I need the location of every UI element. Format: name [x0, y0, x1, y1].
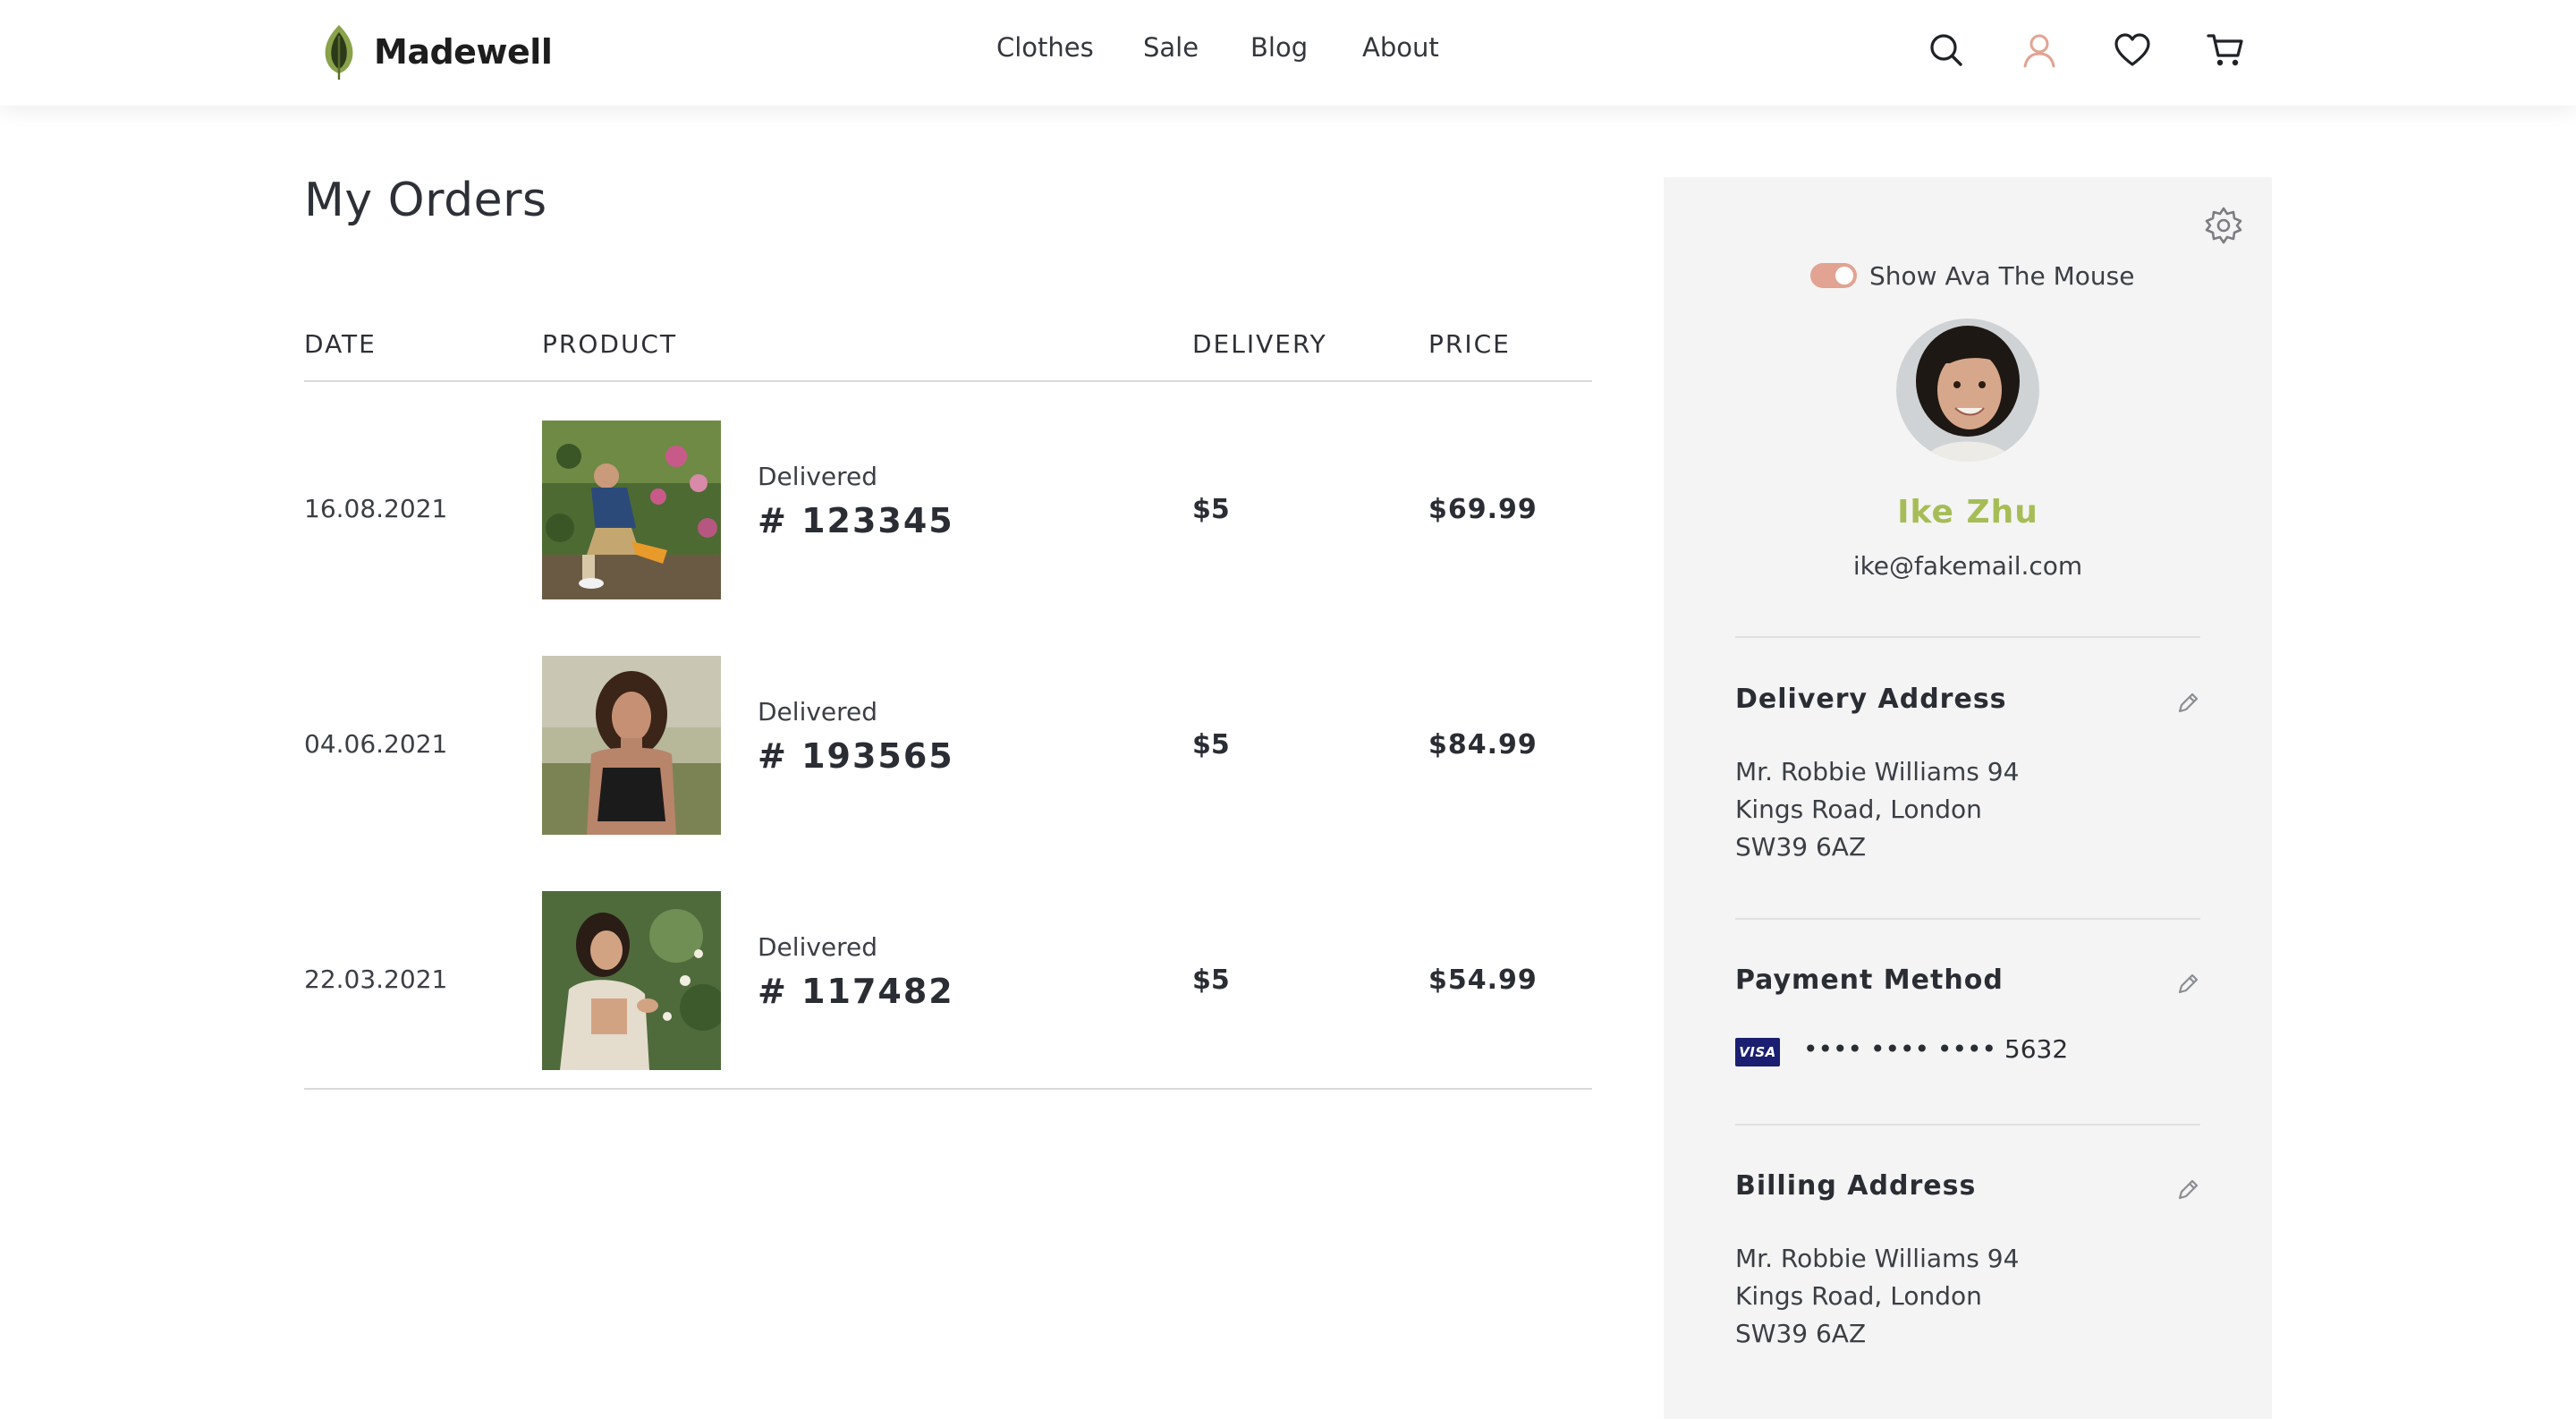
- brand-logo[interactable]: Madewell: [320, 23, 553, 81]
- nav-item-clothes[interactable]: Clothes: [996, 32, 1094, 63]
- delivery-address-title: Delivery Address: [1735, 684, 2007, 715]
- order-status: Delivered: [758, 932, 878, 962]
- billing-address-line: Mr. Robbie Williams 94: [1735, 1244, 2020, 1273]
- delivery-address: Mr. Robbie Williams 94 Kings Road, Londo…: [1735, 753, 2019, 866]
- nav-item-blog[interactable]: Blog: [1250, 32, 1308, 63]
- page-title: My Orders: [304, 174, 547, 227]
- delivery-cost: $5: [1192, 964, 1230, 996]
- panel-divider: [1735, 918, 2200, 920]
- nav-item-about[interactable]: About: [1362, 32, 1439, 63]
- order-date: 22.03.2021: [304, 964, 448, 994]
- table-bottom-divider: [304, 1088, 1592, 1090]
- card-number: •••• •••• •••• 5632: [1803, 1034, 2069, 1064]
- column-header-date: DATE: [304, 329, 377, 359]
- leaf-logo-icon: [325, 25, 353, 80]
- search-icon[interactable]: [1927, 30, 1966, 70]
- payment-method-title: Payment Method: [1735, 964, 2004, 996]
- site-header: Madewell Clothes Sale Blog About: [0, 0, 2576, 106]
- heart-icon[interactable]: [2113, 30, 2152, 70]
- avatar[interactable]: [1896, 319, 2039, 462]
- settings-gear-icon[interactable]: [2204, 206, 2243, 245]
- panel-divider: [1735, 1124, 2200, 1126]
- cart-icon[interactable]: [2206, 30, 2245, 70]
- product-image[interactable]: [542, 891, 721, 1070]
- order-price: $54.99: [1428, 964, 1538, 996]
- table-row[interactable]: 16.08.2021 Delivered # 123345 $5 $69.99: [304, 421, 1592, 599]
- profile-panel: Show Ava The Mouse Ike Zhu ike@fakemail.…: [1664, 177, 2272, 1419]
- edit-delivery-address-icon[interactable]: [2175, 691, 2200, 716]
- billing-address-title: Billing Address: [1735, 1170, 1977, 1202]
- column-header-product: PRODUCT: [542, 329, 678, 359]
- delivery-address-line: Mr. Robbie Williams 94: [1735, 757, 2020, 786]
- edit-payment-method-icon[interactable]: [2175, 972, 2200, 997]
- ava-mouse-toggle-label: Show Ava The Mouse: [1869, 260, 2135, 291]
- table-row[interactable]: 04.06.2021 Delivered # 193565 $5 $84.99: [304, 656, 1592, 835]
- delivery-address-line: SW39 6AZ: [1735, 832, 1867, 862]
- edit-billing-address-icon[interactable]: [2175, 1177, 2200, 1202]
- column-header-price: PRICE: [1428, 329, 1511, 359]
- user-icon[interactable]: [2020, 30, 2059, 70]
- product-image[interactable]: [542, 421, 721, 599]
- order-number[interactable]: # 123345: [758, 501, 954, 540]
- table-header-divider: [304, 380, 1592, 382]
- order-date: 16.08.2021: [304, 494, 448, 523]
- user-name: Ike Zhu: [1897, 494, 2038, 531]
- order-number[interactable]: # 193565: [758, 736, 954, 776]
- table-row[interactable]: 22.03.2021 Delivered # 117482 $5 $54.99: [304, 891, 1592, 1070]
- order-status: Delivered: [758, 462, 878, 491]
- brand-name: Madewell: [374, 32, 553, 72]
- delivery-cost: $5: [1192, 494, 1230, 525]
- billing-address-line: Kings Road, London: [1735, 1281, 1982, 1311]
- user-email: ike@fakemail.com: [1852, 551, 2083, 581]
- column-header-delivery: DELIVERY: [1192, 329, 1327, 359]
- order-price: $84.99: [1428, 729, 1538, 760]
- order-number[interactable]: # 117482: [758, 972, 954, 1011]
- visa-card-icon: VISA: [1735, 1038, 1780, 1066]
- order-date: 04.06.2021: [304, 729, 448, 759]
- panel-divider: [1735, 636, 2200, 638]
- delivery-address-line: Kings Road, London: [1735, 794, 1982, 824]
- nav-item-sale[interactable]: Sale: [1143, 32, 1199, 63]
- product-image[interactable]: [542, 656, 721, 835]
- ava-mouse-toggle[interactable]: [1810, 263, 1857, 288]
- delivery-cost: $5: [1192, 729, 1230, 760]
- ava-mouse-toggle-row[interactable]: Show Ava The Mouse: [1810, 259, 2134, 292]
- billing-address-line: SW39 6AZ: [1735, 1319, 1867, 1348]
- order-status: Delivered: [758, 697, 878, 726]
- order-price: $69.99: [1428, 494, 1538, 525]
- billing-address: Mr. Robbie Williams 94 Kings Road, Londo…: [1735, 1240, 2019, 1353]
